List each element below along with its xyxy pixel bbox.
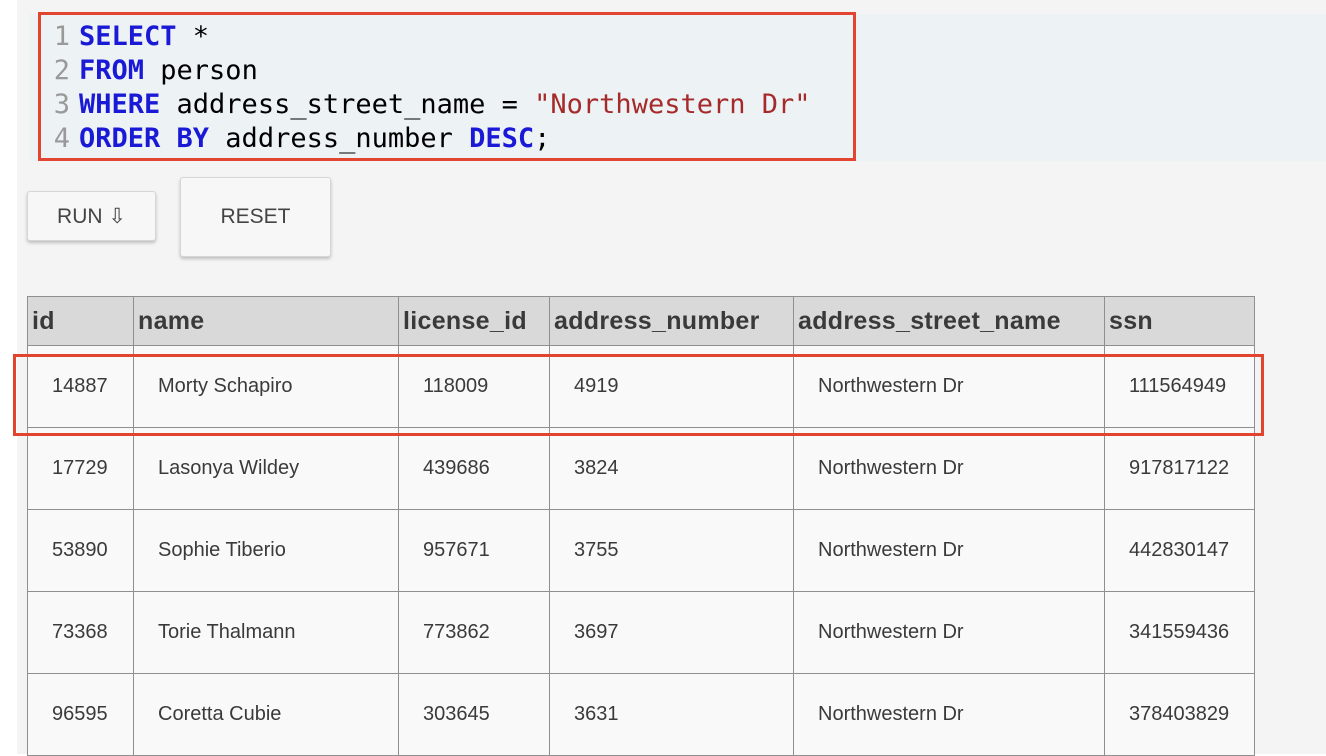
line-number: 2 — [53, 55, 70, 86]
cell-license-id: 957671 — [398, 509, 550, 592]
column-header-address-number[interactable]: address_number — [549, 296, 794, 346]
cell-id: 53890 — [27, 509, 134, 592]
cell-name: Morty Schapiro — [133, 345, 399, 428]
cell-id: 73368 — [27, 591, 134, 674]
cell-name: Torie Thalmann — [133, 591, 399, 674]
cell-ssn: 341559436 — [1104, 591, 1255, 674]
column-header-license-id[interactable]: license_id — [398, 296, 550, 346]
cell-license-id: 303645 — [398, 673, 550, 756]
sql-text: address_street_name = — [160, 89, 535, 120]
column-header-name[interactable]: name — [133, 296, 399, 346]
sql-text: address_number — [209, 123, 470, 154]
cell-name: Lasonya Wildey — [133, 427, 399, 510]
cell-name: Sophie Tiberio — [133, 509, 399, 592]
sql-string: "Northwestern Dr" — [534, 89, 811, 120]
code-line: ORDER BY address_number DESC; — [79, 122, 811, 156]
cell-license-id: 773862 — [398, 591, 550, 674]
results-table: id name license_id address_number address_st… — [27, 296, 1255, 756]
cell-ssn: 442830147 — [1104, 509, 1255, 592]
column-header-id[interactable]: id — [27, 296, 134, 346]
cell-address-street-name: Northwestern Dr — [793, 673, 1105, 756]
sql-text: * — [176, 21, 210, 52]
cell-name: Coretta Cubie — [133, 673, 399, 756]
cell-address-street-name: Northwestern Dr — [793, 509, 1105, 592]
cell-id: 14887 — [27, 345, 134, 428]
line-number: 1 — [53, 21, 70, 52]
table-row: 73368 Torie Thalmann 773862 3697 Northwester… — [27, 591, 1255, 674]
sql-keyword: FROM — [79, 55, 145, 86]
cell-address-number: 4919 — [549, 345, 794, 428]
cell-address-street-name: Northwestern Dr — [793, 427, 1105, 510]
line-number: 4 — [53, 123, 70, 154]
cell-id: 17729 — [27, 427, 134, 510]
table-row: 96595 Coretta Cubie 303645 3631 Northwestern… — [27, 673, 1255, 756]
cell-license-id: 118009 — [398, 345, 550, 428]
code-line: WHERE address_street_name = "Northwester… — [79, 88, 811, 122]
sql-text: ; — [534, 123, 551, 154]
cell-address-number: 3755 — [549, 509, 794, 592]
sql-code[interactable]: SELECT * FROM person WHERE address_street_… — [79, 20, 811, 156]
column-header-ssn[interactable]: ssn — [1104, 296, 1255, 346]
cell-id: 96595 — [27, 673, 134, 756]
cell-address-street-name: Northwestern Dr — [793, 591, 1105, 674]
sql-keyword: WHERE — [79, 89, 161, 120]
cell-address-number: 3697 — [549, 591, 794, 674]
line-number: 3 — [53, 89, 70, 120]
run-button[interactable]: RUN ⇩ — [27, 191, 156, 241]
cell-license-id: 439686 — [398, 427, 550, 510]
code-line: SELECT * — [79, 20, 811, 54]
sql-keyword: ORDER BY — [79, 123, 210, 154]
cell-address-street-name: Northwestern Dr — [793, 345, 1105, 428]
sql-keyword: DESC — [469, 123, 535, 154]
reset-button[interactable]: RESET — [180, 177, 331, 257]
table-row: 17729 Lasonya Wildey 439686 3824 Northwester… — [27, 427, 1255, 510]
cell-ssn: 917817122 — [1104, 427, 1255, 510]
code-line: FROM person — [79, 54, 811, 88]
sql-keyword: SELECT — [79, 21, 177, 52]
cell-ssn: 111564949 — [1104, 345, 1255, 428]
table-header-row: id name license_id address_number address_st… — [27, 296, 1255, 346]
cell-address-number: 3631 — [549, 673, 794, 756]
column-header-address-street-name[interactable]: address_street_name — [793, 296, 1105, 346]
sql-text: person — [144, 55, 258, 86]
table-row: 14887 Morty Schapiro 118009 4919 Northwester… — [27, 345, 1255, 428]
cell-ssn: 378403829 — [1104, 673, 1255, 756]
line-number-gutter: 1234 — [40, 20, 70, 156]
cell-address-number: 3824 — [549, 427, 794, 510]
table-row: 53890 Sophie Tiberio 957671 3755 Northwester… — [27, 509, 1255, 592]
